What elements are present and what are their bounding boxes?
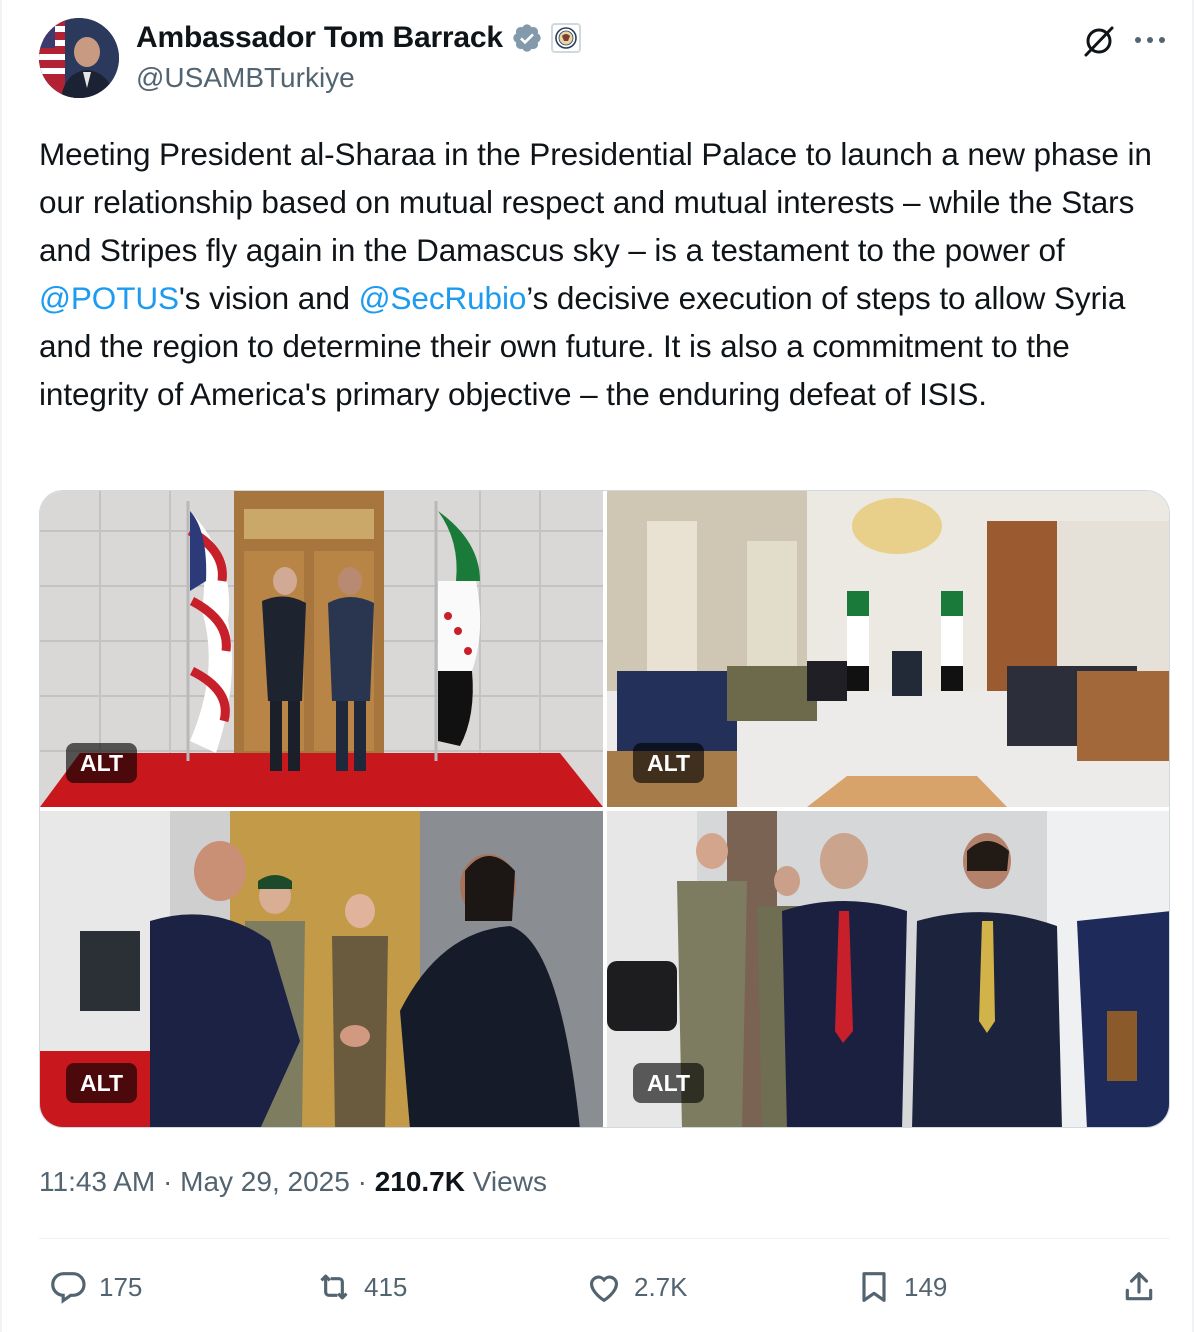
tweet-time[interactable]: 11:43 AM <box>39 1166 155 1197</box>
tweet-date[interactable]: May 29, 2025 <box>180 1166 350 1197</box>
photo-2[interactable]: ALT <box>607 491 1169 807</box>
mention-potus-link[interactable]: @POTUS <box>39 280 179 316</box>
bookmark-count: 149 <box>904 1271 948 1302</box>
author-avatar[interactable] <box>39 18 119 98</box>
share-icon <box>1125 1272 1153 1301</box>
bookmark-icon <box>862 1272 886 1302</box>
bookmark-button[interactable]: 149 <box>854 1262 947 1312</box>
views-count: 210.7K <box>374 1166 465 1197</box>
alt-badge-1[interactable]: ALT <box>66 743 138 783</box>
mention-secrubio-link[interactable]: @SecRubio <box>359 280 527 316</box>
reply-icon <box>51 1272 86 1304</box>
like-icon <box>589 1275 619 1303</box>
tweet-card: Ambassador Tom Barrack @USAMBTurkiye Mee… <box>0 0 1194 1332</box>
meta-separator: · <box>349 1166 375 1197</box>
repost-button[interactable]: 415 <box>314 1262 407 1312</box>
tweet-text-segment: 's vision and <box>178 280 359 316</box>
divider <box>39 1238 1170 1239</box>
repost-icon <box>320 1274 348 1300</box>
like-count: 2.7K <box>634 1271 688 1302</box>
tweet-meta: 11:43 AM · May 29, 2025 · 210.7K Views <box>39 1166 547 1198</box>
grok-icon[interactable] <box>1082 24 1116 58</box>
tweet-text-segment: Meeting President al-Sharaa in the Presi… <box>39 136 1152 268</box>
action-bar: 175 415 2.7K 149 <box>39 1262 1170 1312</box>
alt-badge-3[interactable]: ALT <box>66 1063 138 1103</box>
tweet-text: Meeting President al-Sharaa in the Presi… <box>39 130 1169 418</box>
verified-badge-icon[interactable] <box>511 22 543 54</box>
reply-button[interactable]: 175 <box>49 1262 142 1312</box>
photo-3[interactable]: ALT <box>40 811 603 1127</box>
reply-count: 175 <box>99 1271 143 1302</box>
alt-badge-2[interactable]: ALT <box>633 743 705 783</box>
repost-count: 415 <box>364 1271 408 1302</box>
media-grid: ALT ALT ALT ALT <box>39 490 1170 1128</box>
like-button[interactable]: 2.7K <box>584 1262 688 1312</box>
views-label: Views <box>472 1166 547 1197</box>
share-button[interactable] <box>1119 1262 1159 1312</box>
photo-1[interactable]: ALT <box>40 491 603 807</box>
author-handle[interactable]: @USAMBTurkiye <box>136 62 355 94</box>
government-affiliation-icon[interactable] <box>550 23 581 53</box>
more-icon[interactable] <box>1132 28 1168 52</box>
author-display-name[interactable]: Ambassador Tom Barrack <box>136 21 503 55</box>
meta-separator: · <box>155 1166 181 1197</box>
photo-4[interactable]: ALT <box>607 811 1169 1127</box>
alt-badge-4[interactable]: ALT <box>633 1063 705 1103</box>
